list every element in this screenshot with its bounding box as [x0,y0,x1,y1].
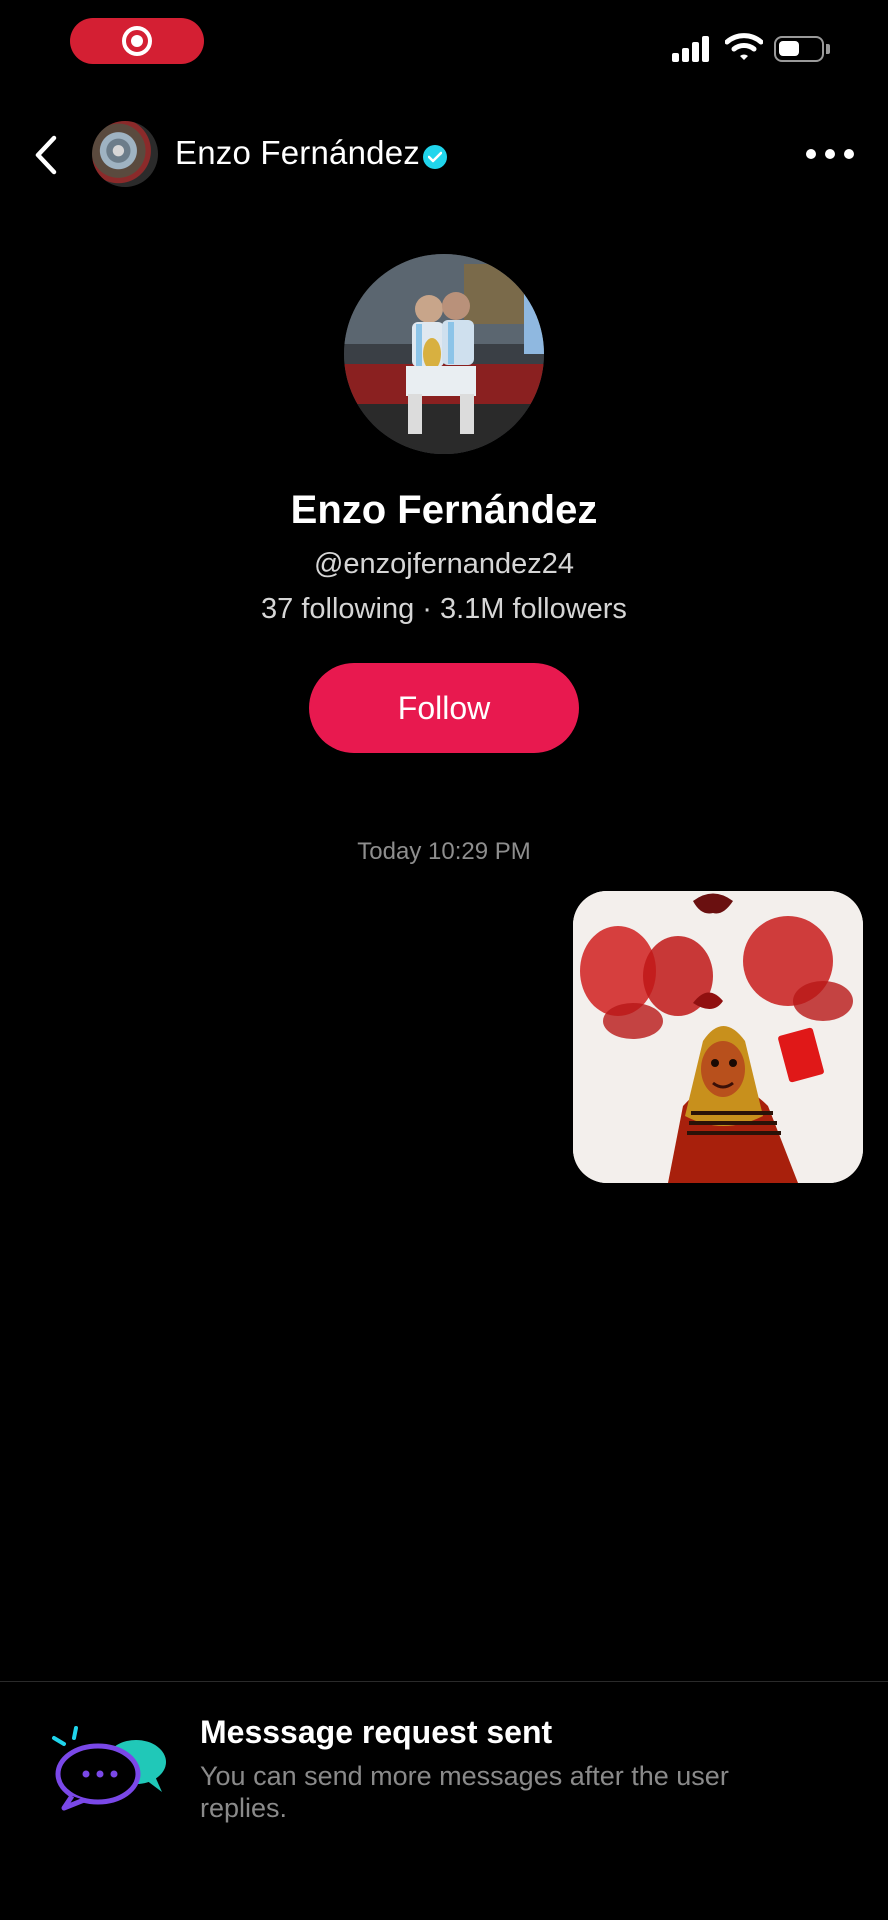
chat-header: Enzo Fernández [0,110,888,200]
banner-divider [0,1681,888,1682]
profile-name: Enzo Fernández [290,488,598,532]
profile-handle: @enzojfernandez24 [313,548,574,580]
screen-recording-icon[interactable] [70,18,204,64]
banner-title: Messsage request sent [200,1714,553,1750]
chevron-left-icon[interactable] [26,130,66,180]
follow-button[interactable]: Follow [309,663,579,753]
header-avatar[interactable] [92,121,158,187]
signal-icon [672,36,712,62]
header-name[interactable]: Enzo Fernández [175,134,420,172]
profile-avatar[interactable] [344,254,544,454]
banner-subtitle: You can send more messages after the use… [200,1761,729,1823]
status-bar [0,0,888,90]
chat-bubbles-icon [52,1726,166,1811]
verified-badge-icon [423,145,447,169]
message-timestamp: Today 10:29 PM [357,838,531,865]
profile-stats[interactable]: 37 following · 3.1M followers [0,593,888,626]
battery-icon [774,36,830,62]
more-horizontal-icon[interactable] [806,142,854,166]
message-image[interactable] [573,891,863,1183]
wifi-icon [725,33,763,60]
